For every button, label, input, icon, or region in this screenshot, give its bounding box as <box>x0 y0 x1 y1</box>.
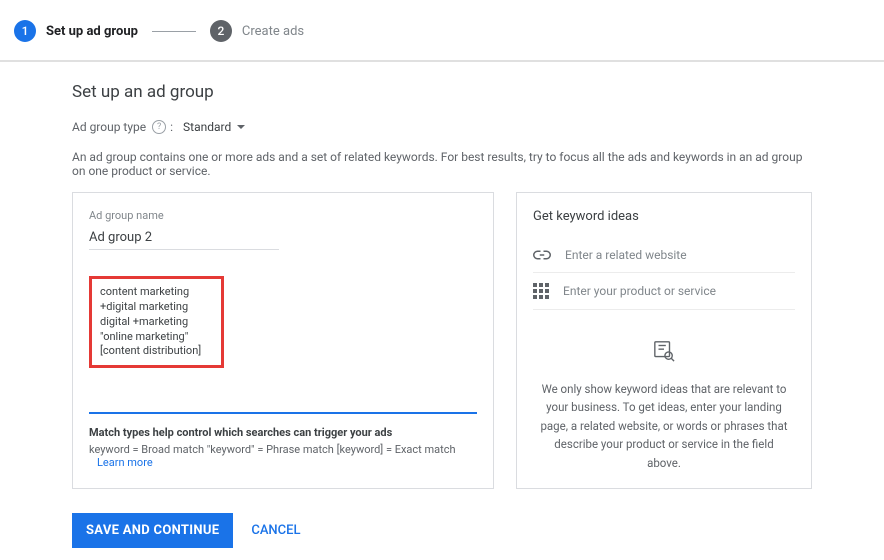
keywords-textarea[interactable]: content marketing +digital marketing dig… <box>89 276 477 414</box>
step-2[interactable]: 2 Create ads <box>210 20 304 42</box>
match-types-text: keyword = Broad match "keyword" = Phrase… <box>89 443 456 456</box>
save-continue-button[interactable]: SAVE AND CONTINUE <box>72 513 233 548</box>
ad-group-type-value: Standard <box>183 120 231 134</box>
keyword-line: +digital marketing <box>100 300 213 315</box>
keyword-line: content marketing <box>100 285 213 300</box>
keywords-highlight: content marketing +digital marketing dig… <box>89 276 224 368</box>
help-icon[interactable]: ? <box>152 120 166 134</box>
chevron-down-icon <box>237 125 245 129</box>
step-2-label: Create ads <box>242 24 304 39</box>
progress-stepper: 1 Set up ad group 2 Create ads <box>0 0 884 62</box>
step-1-number: 1 <box>14 20 36 42</box>
empty-state-text: We only show keyword ideas that are rele… <box>533 380 795 472</box>
link-icon <box>533 250 551 260</box>
ad-group-type-dropdown[interactable]: Standard <box>183 120 245 134</box>
footer-actions: SAVE AND CONTINUE CANCEL <box>72 513 812 548</box>
ad-group-name-label: Ad group name <box>89 209 477 222</box>
empty-state: We only show keyword ideas that are rele… <box>533 340 795 472</box>
colon: : <box>170 120 173 134</box>
step-2-number: 2 <box>210 20 232 42</box>
keyword-ideas-title: Get keyword ideas <box>533 209 795 224</box>
ad-group-type-label: Ad group type <box>72 120 146 134</box>
keyword-line: digital +marketing <box>100 315 213 330</box>
step-1-label: Set up ad group <box>46 24 138 39</box>
product-service-row <box>533 273 795 310</box>
learn-more-link[interactable]: Learn more <box>97 456 153 469</box>
keyword-line: "online marketing" <box>100 330 213 345</box>
cancel-button[interactable]: CANCEL <box>251 523 300 538</box>
ad-group-type-row: Ad group type ? : Standard <box>72 120 812 134</box>
search-page-icon <box>653 340 675 366</box>
main-content: Set up an ad group Ad group type ? : Sta… <box>0 62 884 560</box>
keyword-ideas-card: Get keyword ideas <box>516 192 812 489</box>
match-types-title: Match types help control which searches … <box>89 426 477 439</box>
keyword-line: [content distribution] <box>100 344 213 359</box>
related-website-row <box>533 238 795 273</box>
step-1[interactable]: 1 Set up ad group <box>14 20 138 42</box>
step-divider <box>152 31 196 32</box>
grid-icon <box>533 283 549 299</box>
page-description: An ad group contains one or more ads and… <box>72 150 812 178</box>
match-types-description: keyword = Broad match "keyword" = Phrase… <box>89 443 477 469</box>
page-title: Set up an ad group <box>72 82 812 102</box>
product-service-input[interactable] <box>563 284 795 298</box>
related-website-input[interactable] <box>565 248 795 262</box>
ad-group-card: Ad group name content marketing +digital… <box>72 192 494 489</box>
ad-group-name-input[interactable] <box>89 228 279 250</box>
